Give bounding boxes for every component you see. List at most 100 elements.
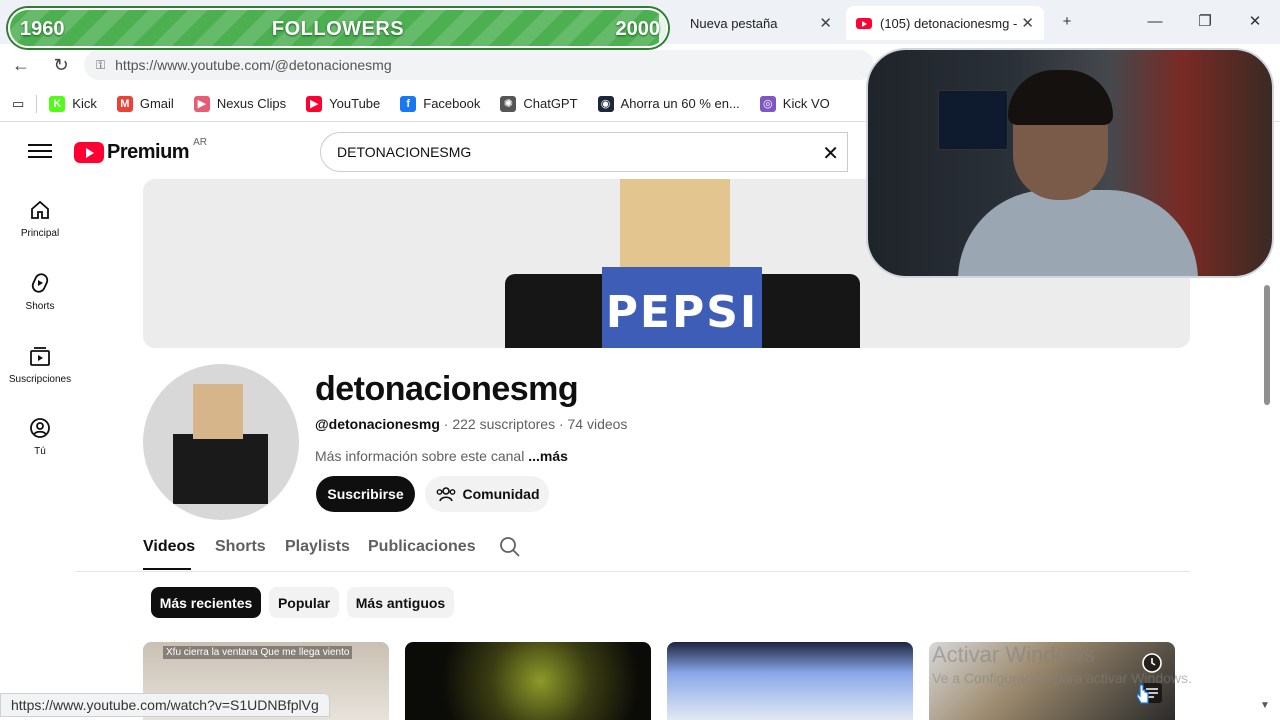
chip-popular[interactable]: Popular <box>269 587 339 618</box>
webcam-person-shirt <box>958 190 1198 276</box>
channel-meta: @detonacionesmg · 222 suscriptores · 74 … <box>315 416 627 432</box>
apps-icon[interactable]: ▭ <box>12 96 24 112</box>
followers-max: 2000 <box>615 18 661 40</box>
channel-name: detonacionesmg <box>315 370 579 408</box>
nexus-clips-icon: ▶ <box>193 95 210 112</box>
minimize-icon[interactable]: — <box>1140 10 1170 34</box>
clear-search-icon[interactable]: ✕ <box>822 141 839 166</box>
bookmark-facebook[interactable]: f Facebook <box>400 95 480 112</box>
kick-vo-icon: ◎ <box>759 95 776 112</box>
nav-item-shorts[interactable]: Shorts <box>0 271 80 312</box>
nav-label: Shorts <box>25 301 55 312</box>
bookmark-kick[interactable]: K Kick <box>49 95 97 112</box>
site-info-icon[interactable]: ⚿ <box>96 58 105 73</box>
bookmark-gmail[interactable]: M Gmail <box>116 95 174 112</box>
bookmark-kick-vo[interactable]: ◎ Kick VO <box>759 95 830 112</box>
nav-item-subscriptions[interactable]: Suscripciones <box>0 344 80 385</box>
bookmarks-divider <box>36 94 38 113</box>
bookmark-label: ChatGPT <box>523 96 578 111</box>
new-tab-button[interactable]: + <box>1052 10 1082 34</box>
bookmark-ahorra-un-60-en[interactable]: ◉ Ahorra un 60 % en... <box>597 95 740 112</box>
channel-handle: @detonacionesmg <box>315 416 440 432</box>
nav-item-home[interactable]: Principal <box>0 198 80 239</box>
logo-text: Premium <box>107 140 190 163</box>
community-label: Comunidad <box>462 486 540 502</box>
bookmark-youtube[interactable]: ▶ YouTube <box>306 95 380 112</box>
link-status-bar: https://www.youtube.com/watch?v=S1UDNBfp… <box>0 693 330 717</box>
video-thumbnail[interactable] <box>405 642 651 720</box>
scroll-down-arrow-icon[interactable]: ▼ <box>1260 700 1270 711</box>
webcam-overlay <box>866 48 1274 278</box>
restore-icon[interactable]: ❐ <box>1190 10 1220 34</box>
avatar-figure-head <box>193 384 243 439</box>
home-icon <box>31 200 49 219</box>
chip-oldest[interactable]: Más antiguos <box>347 587 454 618</box>
youtube-favicon-icon <box>856 17 872 29</box>
webcam-person-hair <box>1008 70 1113 125</box>
tab-posts[interactable]: Publicaciones <box>368 538 476 556</box>
back-icon[interactable]: ← <box>8 52 34 78</box>
browser-tab-youtube[interactable]: (105) detonacionesmg - ✕ <box>846 6 1044 40</box>
bookmark-chatgpt[interactable]: ✺ ChatGPT <box>500 95 578 112</box>
thumbnail-caption: Xfu cierra la ventana Que me llega vient… <box>163 646 353 659</box>
bookmark-label: Gmail <box>139 96 174 111</box>
more-link[interactable]: ...más <box>528 448 568 464</box>
close-tab-icon[interactable]: ✕ <box>1021 14 1034 32</box>
followers-label: FOLLOWERS <box>271 18 405 40</box>
channel-desc-text: Más información sobre este canal <box>315 448 529 464</box>
scrollbar-thumb[interactable] <box>1264 285 1270 405</box>
chip-latest[interactable]: Más recientes <box>151 587 261 618</box>
address-bar[interactable]: ⚿ https://www.youtube.com/@detonacionesm… <box>84 50 874 80</box>
subscribe-button[interactable]: Suscribirse <box>316 476 415 512</box>
you-icon <box>30 418 50 438</box>
active-tab-underline <box>143 568 191 570</box>
search-value: DETONACIONESMG <box>337 144 472 160</box>
bookmark-label: Ahorra un 60 % en... <box>620 96 740 111</box>
banner-logo-text: PEPSI <box>605 287 759 338</box>
youtube-logo-icon <box>74 141 104 163</box>
channel-avatar[interactable] <box>143 364 299 520</box>
watermark-subtitle: Ve a Configuración para activar Windows. <box>932 670 1192 686</box>
steam-icon: ◉ <box>597 95 614 112</box>
bookmark-label: Kick VO <box>782 96 830 111</box>
search-input[interactable]: DETONACIONESMG ✕ <box>320 132 848 172</box>
subscriptions-icon <box>30 347 50 366</box>
browser-tab-new-tab[interactable]: Nueva pestaña ✕ <box>652 6 842 40</box>
logo-region: AR <box>193 136 207 148</box>
menu-icon[interactable] <box>28 140 52 162</box>
webcam-background-monitor <box>938 90 1008 150</box>
nav-label: Principal <box>20 228 60 239</box>
bookmark-label: Kick <box>72 96 97 111</box>
tab-shorts[interactable]: Shorts <box>215 538 266 556</box>
youtube-premium-logo[interactable]: Premium AR <box>74 136 207 164</box>
community-icon <box>436 487 455 502</box>
watermark-title: Activar Windows <box>932 642 1095 667</box>
nav-label: Tú <box>34 446 46 457</box>
address-bar-url: https://www.youtube.com/@detonacionesmg <box>115 57 392 73</box>
gmail-icon: M <box>116 95 133 112</box>
channel-stats: · 222 suscriptores · 74 videos <box>439 416 628 432</box>
close-tab-icon[interactable]: ✕ <box>819 14 832 32</box>
bookmarks-list: K Kick M Gmail ▶ Nexus Clips ▶ YouTube f Facebook… <box>49 95 849 112</box>
video-thumbnail[interactable] <box>667 642 913 720</box>
bookmark-nexus-clips[interactable]: ▶ Nexus Clips <box>193 95 287 112</box>
channel-search-icon[interactable] <box>499 536 521 558</box>
shorts-icon <box>31 273 49 293</box>
tab-title: (105) detonacionesmg - <box>880 15 1018 31</box>
close-window-icon[interactable]: ✕ <box>1240 10 1270 34</box>
tabs-divider <box>75 571 1190 572</box>
hand-cursor-icon <box>1136 684 1149 704</box>
nav-item-you[interactable]: Tú <box>0 416 80 457</box>
reload-icon[interactable]: ↻ <box>48 52 74 78</box>
facebook-icon: f <box>400 95 417 112</box>
avatar-figure-body <box>173 434 268 504</box>
channel-description[interactable]: Más información sobre este canal ...más <box>315 448 568 464</box>
banner-character-head <box>620 179 730 274</box>
windows-activation-watermark: Activar Windows Ve a Configuración para … <box>932 642 1192 686</box>
tab-playlists[interactable]: Playlists <box>285 538 350 556</box>
tab-videos[interactable]: Videos <box>143 538 195 556</box>
bookmark-label: Nexus Clips <box>216 96 287 111</box>
tab-title: Nueva pestaña <box>690 15 778 31</box>
community-button[interactable]: Comunidad <box>425 476 549 512</box>
kick-icon: K <box>49 95 66 112</box>
